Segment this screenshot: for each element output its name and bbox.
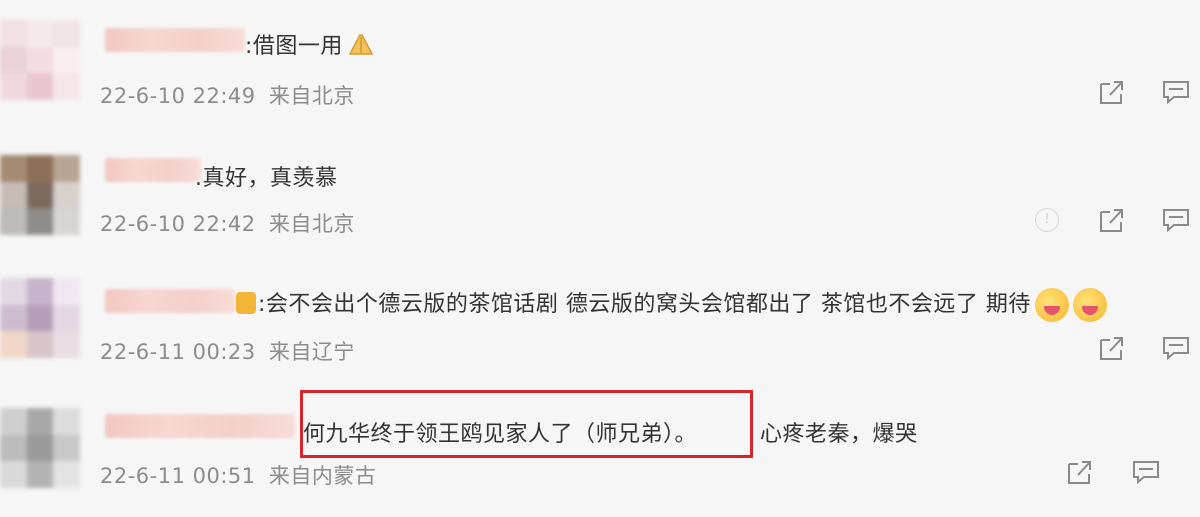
- comment-icon: [1133, 461, 1159, 485]
- comment-text: :借图一用: [245, 34, 343, 59]
- reply-button[interactable]: [1161, 334, 1191, 362]
- comment-item: .真好，真羡慕 22-6-10 22:42 来自北京 !: [0, 128, 1200, 256]
- share-icon: [1100, 337, 1123, 360]
- comment-icon: [1163, 337, 1189, 361]
- username-blurred[interactable]: [105, 414, 295, 438]
- comment-icon: [1163, 81, 1189, 105]
- folded-hands-emoji-icon: [347, 32, 375, 56]
- username-blurred[interactable]: [105, 158, 201, 182]
- repost-button[interactable]: [1065, 458, 1095, 486]
- reply-button[interactable]: [1131, 458, 1161, 486]
- badge-icon: [236, 292, 256, 314]
- username-blurred[interactable]: [105, 289, 235, 313]
- flower-face-emoji-icon: [1072, 288, 1107, 322]
- comment-item: :借图一用 22-6-10 22:49 来自北京: [0, 0, 1200, 128]
- highlight-box: [300, 390, 753, 458]
- avatar[interactable]: [0, 20, 80, 100]
- comment-time: 22-6-10 22:49: [100, 84, 256, 108]
- comment-time: 22-6-11 00:51: [100, 464, 256, 488]
- comment-text-rest: 心疼老秦，爆哭: [760, 422, 918, 447]
- comment-text: .真好，真羡慕: [195, 166, 338, 191]
- repost-button[interactable]: [1097, 78, 1127, 106]
- comment-text-wrap: :会不会出个德云版的茶馆话剧 德云版的窝头会馆都出了 茶馆也不会远了 期待: [236, 286, 1107, 322]
- comment-location: 来自内蒙古: [268, 464, 377, 488]
- repost-button[interactable]: [1097, 334, 1127, 362]
- comment-item: :会不会出个德云版的茶馆话剧 德云版的窝头会馆都出了 茶馆也不会远了 期待 22…: [0, 256, 1200, 384]
- comment-text: :会不会出个德云版的茶馆话剧 德云版的窝头会馆都出了 茶馆也不会远了 期待: [258, 292, 1031, 317]
- repost-button[interactable]: [1097, 206, 1127, 234]
- comment-meta: 22-6-10 22:42 来自北京: [100, 208, 355, 238]
- share-icon: [1068, 461, 1091, 484]
- comment-location: 来自北京: [268, 84, 355, 108]
- avatar[interactable]: [0, 278, 80, 358]
- comment-time: 22-6-11 00:23: [100, 340, 256, 364]
- comment-meta: 22-6-11 00:51 来自内蒙古: [100, 460, 376, 490]
- reply-button[interactable]: [1161, 78, 1191, 106]
- comment-icon: [1163, 209, 1189, 233]
- avatar[interactable]: [0, 408, 80, 488]
- avatar[interactable]: [0, 155, 80, 235]
- comment-meta: 22-6-11 00:23 来自辽宁: [100, 336, 355, 366]
- comment-location: 来自辽宁: [268, 340, 355, 364]
- flower-face-emoji-icon: [1034, 288, 1069, 322]
- share-icon: [1100, 209, 1123, 232]
- comment-meta: 22-6-10 22:49 来自北京: [100, 80, 355, 110]
- reply-button[interactable]: [1161, 206, 1191, 234]
- share-icon: [1100, 81, 1123, 104]
- comment-location: 来自北京: [268, 212, 355, 236]
- report-icon[interactable]: !: [1035, 208, 1059, 232]
- comment-time: 22-6-10 22:42: [100, 212, 256, 236]
- username-blurred[interactable]: [105, 28, 245, 52]
- comment-text-wrap: :借图一用: [245, 28, 375, 60]
